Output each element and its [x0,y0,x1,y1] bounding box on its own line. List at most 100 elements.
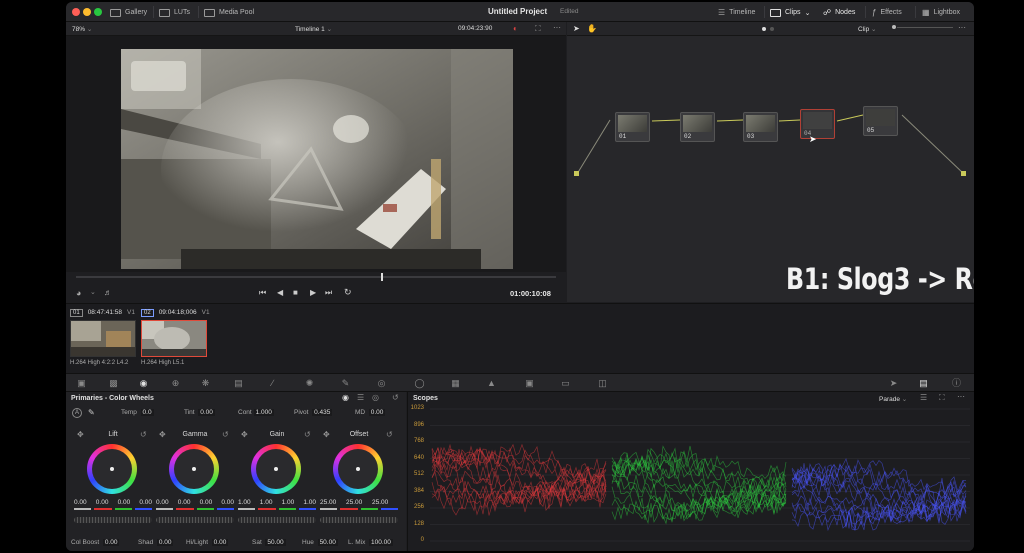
page-dot-icon[interactable] [770,27,774,31]
scopes-more-button[interactable]: ··· [957,392,965,401]
wheel-value[interactable]: 0.00 [156,499,169,506]
wheels-mode-icon[interactable]: ◉ [342,393,349,402]
window-icon[interactable]: ◎ [376,378,387,388]
master-wheel-slider[interactable] [238,517,316,523]
keyframes-icon[interactable]: ➤ [888,378,899,388]
reset-icon[interactable]: ↺ [140,430,147,439]
wheel-value[interactable]: 1.00 [260,499,273,506]
qualifier-icon[interactable]: ✎ [340,378,351,388]
master-wheel-slider[interactable] [156,517,234,523]
wheel-value[interactable]: 1.00 [282,499,295,506]
timeline-button[interactable]: ☰ Timeline [718,7,755,18]
play-button[interactable]: ▶ [310,288,316,297]
wheel-center-handle[interactable] [356,467,360,471]
bars-mode-icon[interactable]: ☰ [357,393,364,402]
luts-button[interactable]: LUTs [159,7,190,18]
wheel-value[interactable]: 0.00 [221,499,234,506]
loop-button[interactable]: ↻ [344,287,352,298]
wheel-value[interactable]: 25.00 [346,499,362,506]
hand-icon[interactable]: ✋ [587,24,597,33]
page-dot-icon[interactable] [762,27,766,31]
reverse-play-button[interactable]: ◀ [277,288,283,297]
node-zoom-slider[interactable] [897,27,953,28]
node-01[interactable]: 01 [615,112,650,142]
eyedropper-icon[interactable]: ✎ [88,408,95,417]
wheel-ring[interactable] [333,444,383,494]
media-pool-button[interactable]: Media Pool [204,7,254,18]
pointer-icon[interactable]: ➤ [573,24,580,33]
blur-icon[interactable]: ▲ [486,378,497,388]
effects-button[interactable]: ƒ Effects [872,7,902,18]
node-more-button[interactable]: ··· [958,23,966,32]
auto-balance-icon[interactable]: A [72,408,82,418]
viewer-more-button[interactable]: ··· [553,23,561,32]
scope-settings-icon[interactable]: ☰ [920,393,927,402]
sizing-icon[interactable]: ▭ [560,378,571,388]
wheel-ring[interactable] [251,444,301,494]
wheel-value[interactable]: 0.00 [178,499,191,506]
wheel-value[interactable]: 0.00 [200,499,213,506]
playback-mode-icon[interactable]: ◕ [76,288,81,298]
wheel-value[interactable]: 25.00 [372,499,388,506]
expand-icon[interactable]: ⛶ [939,393,945,403]
color-boost-control[interactable]: Col Boost 0.00 [71,539,120,546]
contrast-control[interactable]: Cont 1.000 [238,409,274,416]
log-mode-icon[interactable]: ◎ [372,393,379,402]
wheel-ring[interactable] [169,444,219,494]
key-icon[interactable]: ▣ [524,378,535,388]
wheel-value[interactable]: 0.00 [96,499,109,506]
wheel-center-handle[interactable] [110,467,114,471]
wheel-value[interactable]: 25.00 [320,499,336,506]
fullscreen-icon[interactable]: ⛶ [535,24,541,34]
wheel-value[interactable]: 0.00 [139,499,152,506]
color-picker-icon[interactable]: ◐ [513,24,518,33]
wheel-ring[interactable] [87,444,137,494]
info-icon[interactable]: ⓘ [951,378,962,388]
video-frame[interactable] [121,49,513,269]
master-wheel-slider[interactable] [74,517,152,523]
node-02[interactable]: 02 [680,112,715,142]
zoom-window-button[interactable] [94,8,102,16]
tracker-icon[interactable]: ◯ [414,378,425,388]
tint-control[interactable]: Tint 0.00 [184,409,215,416]
clip-thumbnail-selected[interactable] [141,320,207,357]
timeline-select[interactable]: Timeline 1 ⌄ [295,25,332,33]
last-frame-button[interactable]: ⏭ [325,288,332,298]
motion-effects-icon[interactable]: ▤ [233,378,244,388]
first-frame-button[interactable]: ⏮ [259,288,266,298]
3d-icon[interactable]: ◫ [597,378,608,388]
lightbox-button[interactable]: ▦ Lightbox [922,7,960,18]
scope-mode-select[interactable]: Parade ⌄ [879,395,907,403]
saturation-control[interactable]: Sat 50.00 [252,539,286,546]
magic-mask-icon[interactable]: ▦ [450,378,461,388]
luminance-mix-control[interactable]: L. Mix 100.00 [348,539,393,546]
hue-control[interactable]: Hue 50.00 [302,539,338,546]
color-match-icon[interactable]: ▩ [108,378,119,388]
hdr-wheels-icon[interactable]: ⊕ [170,378,181,388]
speaker-icon[interactable]: ♬ [104,288,112,297]
camera-raw-icon[interactable]: ▣ [76,378,87,388]
wheel-value[interactable]: 1.00 [303,499,316,506]
reset-icon[interactable]: ↺ [386,430,393,439]
gallery-button[interactable]: Gallery [110,7,147,18]
zoom-select[interactable]: 78% ⌄ [72,25,92,33]
nodes-button[interactable]: ☍ Nodes [823,7,855,18]
color-warper-icon[interactable]: ✺ [304,378,315,388]
close-window-button[interactable] [72,8,80,16]
minimize-window-button[interactable] [83,8,91,16]
temp-control[interactable]: Temp 0.0 [121,409,154,416]
midtone-detail-control[interactable]: MD 0.00 [355,409,386,416]
curves-icon[interactable]: ∕ [267,378,278,388]
viewer-scrubber[interactable] [76,273,556,281]
pivot-control[interactable]: Pivot 0.435 [294,409,333,416]
reset-icon[interactable]: ↺ [304,430,311,439]
color-wheels-icon[interactable]: ◉ [138,378,149,388]
wheel-center-handle[interactable] [192,467,196,471]
master-wheel-slider[interactable] [320,517,398,523]
node-mode-select[interactable]: Clip ⌄ [858,25,876,33]
playhead[interactable] [381,273,383,281]
scopes-icon[interactable]: ▤ [918,378,929,388]
clips-button[interactable]: Clips ⌄ [770,7,810,18]
wheel-value[interactable]: 0.00 [118,499,131,506]
reset-icon[interactable]: ↺ [392,393,399,402]
